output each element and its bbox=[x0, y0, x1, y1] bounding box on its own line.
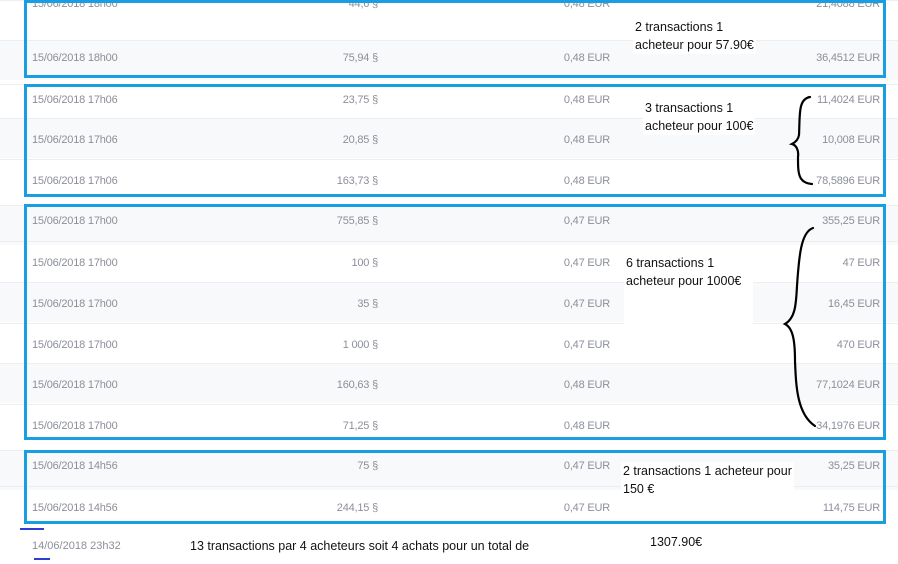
row-total: 21,4088 EUR bbox=[816, 0, 880, 10]
summary-text: 13 transactions par 4 acheteurs soit 4 a… bbox=[190, 539, 530, 553]
note-line: acheteur pour 57.90€ bbox=[635, 38, 754, 52]
group-note-4: 2 transactions 1 acheteur pour 150 € bbox=[621, 462, 794, 498]
row-total: 114,75 EUR bbox=[822, 502, 880, 514]
note-line: acheteur pour 100€ bbox=[645, 119, 754, 133]
table-row: 15/06/2018 18h00 44,6 § 0,48 EUR 21,4088… bbox=[0, 0, 898, 40]
table-row: 15/06/2018 17h06 163,73 § 0,48 EUR 78,58… bbox=[0, 159, 898, 199]
note-line: 2 transactions 1 bbox=[635, 20, 724, 34]
note-line: 6 transactions 1 bbox=[626, 256, 715, 270]
table-row: 15/06/2018 17h00 160,63 § 0,48 EUR 77,10… bbox=[0, 363, 898, 403]
row-quantity: 244,15 § bbox=[336, 502, 378, 514]
note-line: 2 transactions 1 acheteur pour bbox=[623, 464, 792, 478]
row-date: 15/06/2018 14h56 bbox=[32, 502, 118, 514]
table-row: 15/06/2018 17h00 71,25 § 0,48 EUR 34,197… bbox=[0, 404, 898, 444]
note-line: acheteur pour 1000€ bbox=[626, 274, 742, 288]
table-row: 15/06/2018 17h06 20,85 § 0,48 EUR 10,008… bbox=[0, 118, 898, 158]
brace-icon bbox=[782, 226, 817, 428]
table-row: 15/06/2018 17h00 755,85 § 0,47 EUR 355,2… bbox=[0, 205, 898, 245]
row-price: 0,47 EUR bbox=[563, 502, 610, 514]
row-quantity: 44,6 § bbox=[348, 0, 379, 10]
group-note-3: 6 transactions 1 acheteur pour 1000€ bbox=[624, 254, 754, 324]
row-date: 15/06/2018 18h00 bbox=[32, 0, 118, 10]
underline-mark bbox=[20, 528, 44, 530]
row-price: 0,48 EUR bbox=[563, 0, 610, 10]
last-row-date: 14/06/2018 23h32 bbox=[32, 540, 121, 552]
table-row: 15/06/2018 17h00 35 § 0,47 EUR 16,45 EUR bbox=[0, 282, 898, 322]
summary-amount: 1307.90€ bbox=[650, 535, 703, 549]
table-row: 15/06/2018 17h00 100 § 0,47 EUR 47 EUR bbox=[0, 241, 898, 281]
table-row: 15/06/2018 18h00 75,94 § 0,48 EUR 36,451… bbox=[0, 40, 898, 80]
brace-icon bbox=[788, 95, 814, 186]
underline-mark bbox=[34, 558, 50, 560]
table-row: 15/06/2018 17h00 1 000 § 0,47 EUR 470 EU… bbox=[0, 323, 898, 363]
group-note-2: 3 transactions 1 acheteur pour 100€ bbox=[643, 99, 756, 135]
note-line: 3 transactions 1 bbox=[645, 101, 734, 115]
note-line: 150 € bbox=[623, 482, 655, 496]
group-note-1: 2 transactions 1 acheteur pour 57.90€ bbox=[633, 18, 756, 54]
